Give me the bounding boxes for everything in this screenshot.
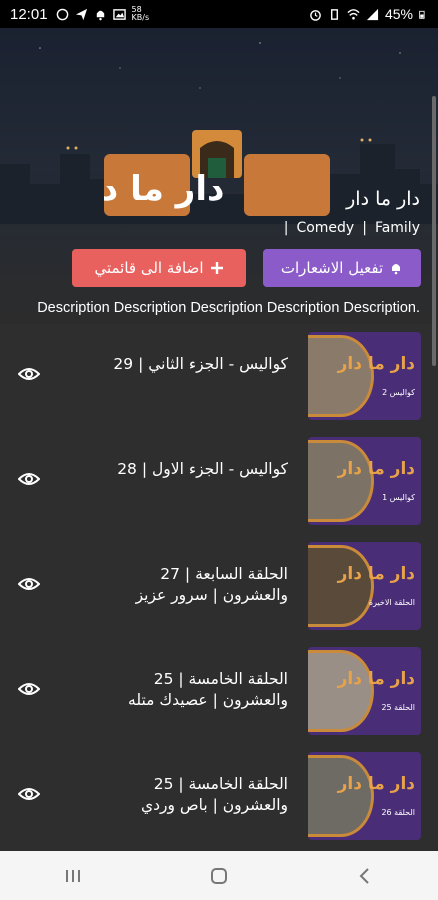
- home-button[interactable]: [199, 861, 239, 891]
- thumb-label: الحلقة الاخيرة: [368, 598, 415, 607]
- episode-item[interactable]: دار ما دار كواليس 1 28 | كواليس - الجزء …: [0, 429, 438, 534]
- episode-item[interactable]: دار ما دار الحلقة 26 25 | الحلقة الخامسة…: [0, 744, 438, 849]
- episode-photo: [308, 545, 374, 627]
- recent-apps-button[interactable]: [53, 861, 93, 891]
- battery-percent: 45%: [384, 6, 413, 22]
- enable-notifications-button[interactable]: تفعيل الاشعارات: [263, 249, 421, 287]
- episode-thumbnail[interactable]: دار ما دار الحلقة 26: [308, 752, 421, 840]
- thumb-brand: دار ما دار: [337, 459, 415, 479]
- eye-icon[interactable]: [18, 471, 40, 487]
- show-logo: دار ما دار: [104, 130, 330, 216]
- vibrate-icon: [330, 8, 338, 20]
- eye-icon[interactable]: [18, 786, 40, 802]
- signal-icon: [366, 8, 379, 20]
- plus-icon: [210, 262, 223, 274]
- thumb-brand: دار ما دار: [337, 354, 415, 374]
- episode-thumbnail[interactable]: دار ما دار الحلقة 25: [308, 647, 421, 735]
- episode-photo: [308, 335, 374, 417]
- thumb-label: كواليس 2: [382, 388, 415, 397]
- episode-title: 25 | الحلقة الخامسة والعشرون | باص وردي: [140, 775, 288, 814]
- genre-comedy[interactable]: Comedy: [296, 220, 354, 236]
- show-description: Description Description Description Desc…: [37, 300, 420, 316]
- recent-apps-icon: [66, 869, 80, 882]
- episode-title: 25 | الحلقة الخامسة والعشرون | عصيدك متل…: [128, 670, 288, 709]
- thumb-label: كواليس 1: [382, 493, 415, 502]
- thumb-brand: دار ما دار: [337, 564, 415, 584]
- genre-separator: |: [362, 220, 367, 236]
- thumb-label: الحلقة 25: [381, 703, 415, 712]
- status-time: 12:01: [10, 5, 48, 23]
- episode-photo: [308, 650, 374, 732]
- episode-photo: [308, 755, 374, 837]
- bell-icon: [96, 10, 104, 20]
- status-bar: 12:01 58 KB/s 45%: [0, 0, 438, 28]
- alarm-icon: [310, 9, 321, 21]
- thumb-label: الحلقة 26: [381, 808, 415, 817]
- add-to-my-list-button[interactable]: اضافة الى قائمتي: [72, 249, 246, 287]
- scrollbar[interactable]: [432, 96, 436, 366]
- genre-separator: |: [283, 220, 289, 236]
- episode-title: 28 | كواليس - الجزء الاول: [117, 460, 288, 478]
- logo-text-left: دار ما دار: [104, 169, 224, 209]
- show-header: دار ما دار دار ما دار | Comedy | Family …: [0, 28, 438, 324]
- system-navigation-bar: [0, 851, 438, 900]
- episode-title: 29 | كواليس - الجزء الثاني: [113, 355, 288, 373]
- bell-icon: [392, 264, 401, 275]
- thumb-brand: دار ما دار: [337, 669, 415, 689]
- episode-item[interactable]: دار ما دار كواليس 2 29 | كواليس - الجزء …: [0, 324, 438, 429]
- eye-icon[interactable]: [18, 366, 40, 382]
- genre-family[interactable]: Family: [375, 220, 420, 236]
- show-title: دار ما دار: [346, 188, 420, 210]
- genre-list: | Comedy | Family: [284, 220, 420, 236]
- send-icon: [75, 8, 87, 20]
- back-icon: [359, 867, 369, 884]
- home-icon: [211, 867, 227, 884]
- eye-icon[interactable]: [18, 681, 40, 697]
- episode-list[interactable]: دار ما دار كواليس 2 29 | كواليس - الجزء …: [0, 324, 438, 851]
- wifi-icon: [347, 8, 360, 20]
- back-button[interactable]: [345, 861, 385, 891]
- episode-thumbnail[interactable]: دار ما دار كواليس 2: [308, 332, 421, 420]
- episode-thumbnail[interactable]: دار ما دار كواليس 1: [308, 437, 421, 525]
- battery-icon: [419, 10, 425, 19]
- image-icon: [112, 8, 126, 20]
- net-speed: 58 KB/s: [131, 5, 150, 22]
- whatsapp-icon: [56, 8, 68, 20]
- episode-photo: [308, 440, 374, 522]
- episode-item[interactable]: دار ما دار الحلقة الاخيرة 27 | الحلقة ال…: [0, 534, 438, 639]
- thumb-brand: دار ما دار: [337, 774, 415, 794]
- eye-icon[interactable]: [18, 576, 40, 592]
- episode-item[interactable]: دار ما دار الحلقة 25 25 | الحلقة الخامسة…: [0, 639, 438, 744]
- episode-thumbnail[interactable]: دار ما دار الحلقة الاخيرة: [308, 542, 421, 630]
- episode-title: 27 | الحلقة السابعة والعشرون | سرور عزيز: [135, 565, 288, 604]
